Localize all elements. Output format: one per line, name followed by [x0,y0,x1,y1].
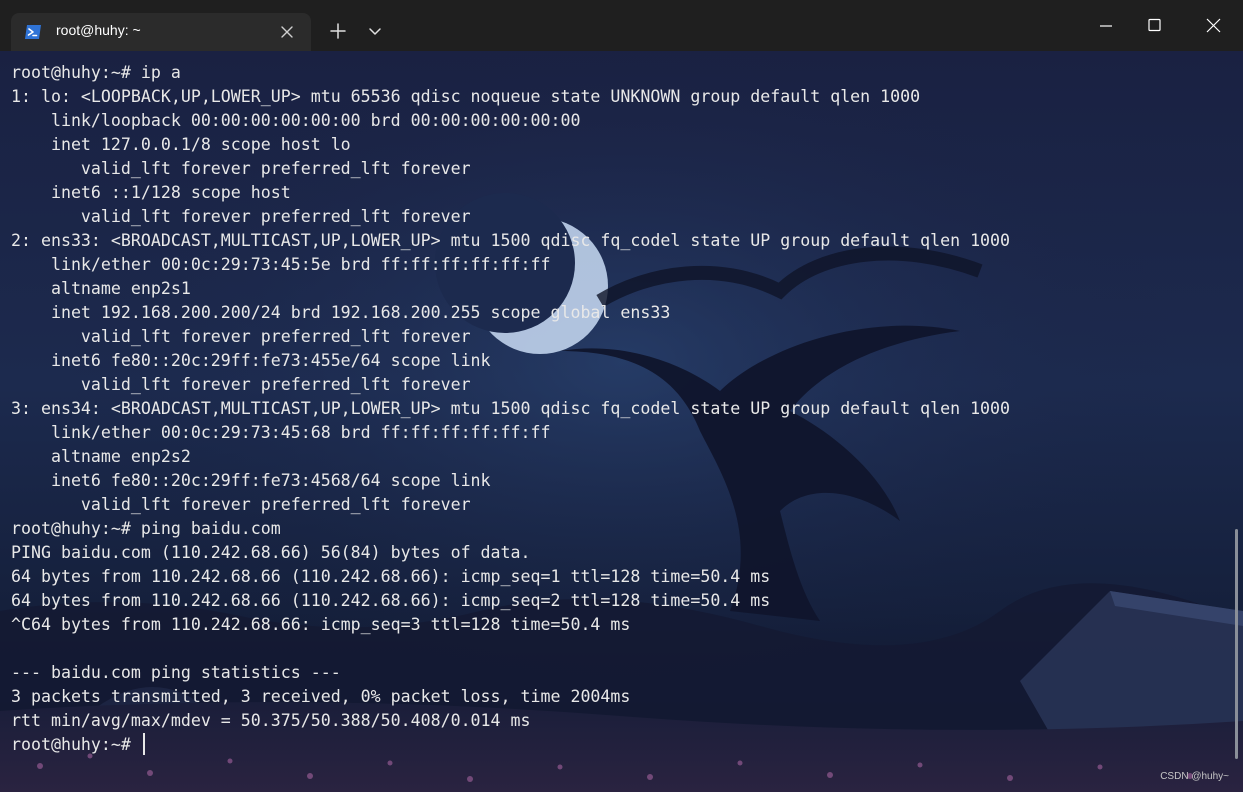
watermark: CSDN @huhy~ [1160,771,1229,782]
terminal-line: 3 packets transmitted, 3 received, 0% pa… [11,687,631,706]
terminal-line: rtt min/avg/max/mdev = 50.375/50.388/50.… [11,711,531,730]
terminal-line: valid_lft forever preferred_lft forever [11,327,471,346]
terminal-line: inet 192.168.200.200/24 brd 192.168.200.… [11,303,671,322]
new-tab-plus-icon[interactable] [320,14,356,48]
terminal-line: --- baidu.com ping statistics --- [11,663,341,682]
terminal-prompt-line[interactable]: root@huhy:~# [11,733,1010,757]
terminal-window: root@huhy: ~ root@huhy:~# ip a 1: lo: <L… [0,0,1243,792]
tab-close-icon[interactable] [275,20,299,44]
terminal-output[interactable]: root@huhy:~# ip a 1: lo: <LOOPBACK,UP,LOW… [11,61,1010,757]
maximize-icon[interactable] [1131,0,1177,51]
terminal-pane[interactable]: root@huhy:~# ip a 1: lo: <LOOPBACK,UP,LOW… [0,51,1243,792]
terminal-line: 64 bytes from 110.242.68.66 (110.242.68.… [11,567,771,586]
tab-title: root@huhy: ~ [56,22,141,38]
minimize-icon[interactable] [1083,0,1129,51]
terminal-line: valid_lft forever preferred_lft forever [11,159,471,178]
terminal-line: 2: ens33: <BROADCAST,MULTICAST,UP,LOWER_… [11,231,1011,250]
terminal-line: link/ether 00:0c:29:73:45:5e brd ff:ff:f… [11,255,551,274]
powershell-terminal-icon [24,23,42,41]
terminal-prompt: root@huhy:~# [11,735,141,754]
terminal-line: altname enp2s2 [11,447,191,466]
terminal-line: ^C64 bytes from 110.242.68.66: icmp_seq=… [11,615,631,634]
terminal-line: root@huhy:~# ping baidu.com [11,519,281,538]
terminal-line: PING baidu.com (110.242.68.66) 56(84) by… [11,543,531,562]
terminal-line: inet6 fe80::20c:29ff:fe73:455e/64 scope … [11,351,491,370]
terminal-line: 1: lo: <LOOPBACK,UP,LOWER_UP> mtu 65536 … [11,87,921,106]
terminal-line: valid_lft forever preferred_lft forever [11,375,471,394]
terminal-line: inet6 ::1/128 scope host [11,183,291,202]
terminal-line: inet 127.0.0.1/8 scope host lo [11,135,351,154]
tab-root-huhy[interactable]: root@huhy: ~ [11,13,311,51]
terminal-line: inet6 fe80::20c:29ff:fe73:4568/64 scope … [11,471,491,490]
text-cursor [142,733,145,755]
terminal-line: valid_lft forever preferred_lft forever [11,207,471,226]
scrollbar-thumb[interactable] [1235,529,1238,759]
terminal-line: 64 bytes from 110.242.68.66 (110.242.68.… [11,591,771,610]
title-bar[interactable]: root@huhy: ~ [0,0,1243,51]
terminal-line: link/ether 00:0c:29:73:45:68 brd ff:ff:f… [11,423,551,442]
terminal-line: root@huhy:~# ip a [11,63,181,82]
tab-dropdown-chevron-down-icon[interactable] [358,14,392,48]
terminal-line: altname enp2s1 [11,279,191,298]
terminal-line: 3: ens34: <BROADCAST,MULTICAST,UP,LOWER_… [11,399,1011,418]
terminal-line: valid_lft forever preferred_lft forever [11,495,471,514]
terminal-line: link/loopback 00:00:00:00:00:00 brd 00:0… [11,111,581,130]
window-close-icon[interactable] [1190,0,1236,51]
